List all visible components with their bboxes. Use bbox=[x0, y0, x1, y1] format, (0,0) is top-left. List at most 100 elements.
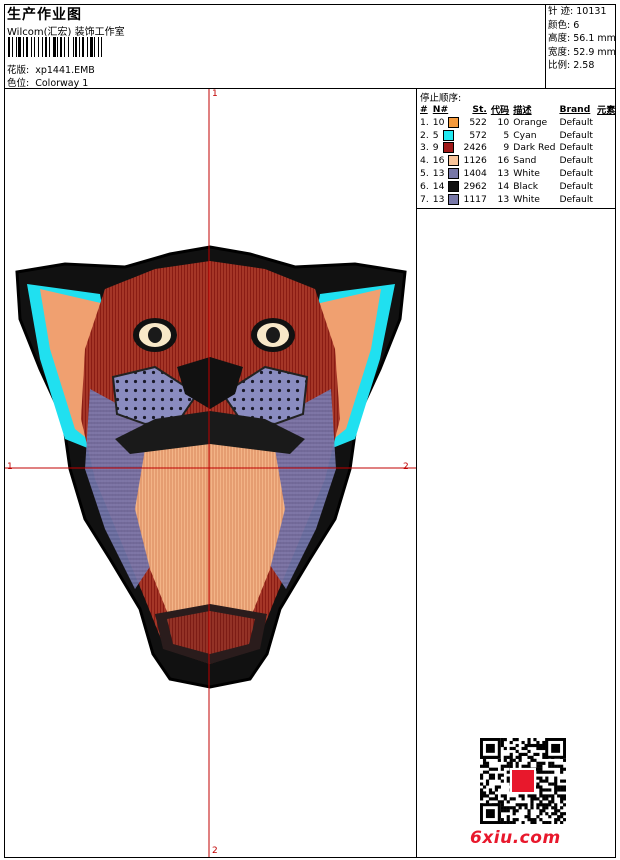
qr-module bbox=[560, 806, 564, 810]
row-index: 1. bbox=[420, 116, 429, 128]
qr-module bbox=[563, 788, 566, 792]
qr-module bbox=[500, 740, 504, 745]
qr-module bbox=[512, 738, 516, 742]
qr-module bbox=[503, 809, 507, 813]
qr-module bbox=[548, 788, 552, 792]
qr-module bbox=[485, 782, 490, 786]
qr-module bbox=[542, 779, 546, 783]
qr-finder bbox=[485, 809, 495, 819]
qr-module bbox=[542, 752, 546, 756]
qr-module bbox=[536, 776, 540, 780]
row-element bbox=[595, 193, 617, 206]
qr-module bbox=[494, 785, 498, 789]
qr-module bbox=[560, 770, 564, 774]
qr-module bbox=[524, 743, 528, 748]
row-description: Cyan bbox=[513, 129, 537, 141]
qr-module bbox=[494, 797, 498, 801]
stop-row: 3. 9 2426 9 Dark Red Default bbox=[418, 142, 617, 155]
colorway-row: 色位: Colorway 1 bbox=[7, 75, 88, 89]
stop-row: 1. 10 522 10 Orange Default bbox=[418, 116, 617, 129]
qr-module bbox=[560, 764, 564, 768]
qr-module bbox=[533, 797, 537, 801]
qr-module bbox=[563, 812, 566, 816]
qr-module bbox=[551, 800, 555, 804]
qr-module bbox=[539, 746, 543, 751]
row-code: 13 bbox=[497, 193, 510, 205]
qr-module bbox=[494, 767, 498, 771]
barcode-bar bbox=[8, 37, 10, 57]
row-description: White bbox=[513, 168, 540, 180]
stat-height: 高度: 56.1 mm bbox=[548, 32, 616, 46]
row-element bbox=[595, 180, 617, 193]
stats-divider bbox=[545, 4, 546, 88]
qr-module bbox=[554, 779, 558, 783]
qr-module bbox=[527, 764, 531, 768]
color-swatch bbox=[448, 180, 460, 192]
row-code: 14 bbox=[497, 180, 510, 192]
qr-module bbox=[500, 738, 504, 742]
barcode-bar bbox=[57, 37, 59, 57]
colorway-label: 色位: bbox=[7, 78, 30, 89]
row-code: 9 bbox=[503, 142, 510, 154]
qr-module bbox=[491, 767, 496, 771]
qr-module bbox=[503, 764, 507, 768]
stat-scale-label: 比例: bbox=[548, 60, 571, 72]
right-eye bbox=[251, 318, 295, 352]
qr-module bbox=[560, 785, 564, 789]
qr-module bbox=[554, 818, 558, 822]
qr-module bbox=[512, 809, 516, 813]
qr-module bbox=[560, 794, 564, 798]
qr-module bbox=[509, 740, 513, 745]
qr-module bbox=[533, 758, 537, 762]
stop-row: 7. 13 1117 13 White Default bbox=[418, 193, 617, 206]
col-stitches: St. bbox=[472, 103, 487, 115]
barcode-bar bbox=[98, 37, 100, 57]
stop-row: 6. 14 2962 14 Black Default bbox=[418, 180, 617, 193]
qr-module bbox=[512, 746, 516, 751]
qr-module bbox=[500, 794, 504, 798]
qr-module bbox=[533, 794, 537, 798]
qr-module bbox=[545, 797, 549, 801]
row-needle-value: 16 bbox=[432, 155, 445, 167]
stat-colors-label: 颜色: bbox=[548, 19, 571, 31]
qr-module bbox=[554, 806, 558, 810]
row-element bbox=[595, 142, 617, 155]
qr-module bbox=[527, 755, 531, 759]
qr-module bbox=[500, 743, 504, 748]
qr-module bbox=[560, 800, 564, 804]
qr-module bbox=[527, 743, 531, 748]
qr-module bbox=[551, 764, 555, 768]
qr-module bbox=[480, 791, 484, 795]
barcode-bar bbox=[94, 37, 96, 57]
qr-module bbox=[518, 803, 522, 807]
qr-module bbox=[506, 809, 510, 813]
row-brand: Default bbox=[559, 142, 594, 154]
row-needle-value: 14 bbox=[432, 180, 445, 192]
design-canvas bbox=[5, 89, 416, 857]
qr-module bbox=[480, 797, 484, 801]
qr-module bbox=[515, 761, 519, 765]
qr-module bbox=[554, 821, 558, 824]
row-stitches: 522 bbox=[469, 116, 487, 128]
qr-module bbox=[515, 743, 519, 748]
sidebar-divider bbox=[416, 88, 417, 858]
row-needle: 10 bbox=[431, 116, 462, 129]
qr-module bbox=[554, 809, 558, 813]
qr-module bbox=[506, 776, 510, 780]
qr-module bbox=[500, 767, 504, 771]
qr-module bbox=[488, 791, 493, 795]
row-element bbox=[595, 154, 617, 167]
qr-module bbox=[536, 806, 540, 810]
qr-module bbox=[524, 764, 528, 768]
qr-module bbox=[503, 755, 507, 759]
qr-module bbox=[536, 767, 540, 771]
qr-module bbox=[482, 791, 487, 795]
qr-module bbox=[530, 797, 534, 801]
qr-module bbox=[539, 803, 543, 807]
axis-label-top: 1 bbox=[212, 89, 218, 99]
qr-module bbox=[530, 806, 534, 810]
qr-module bbox=[506, 815, 510, 819]
qr-module bbox=[539, 785, 543, 789]
qr-module bbox=[506, 821, 510, 824]
qr-module bbox=[539, 761, 543, 765]
